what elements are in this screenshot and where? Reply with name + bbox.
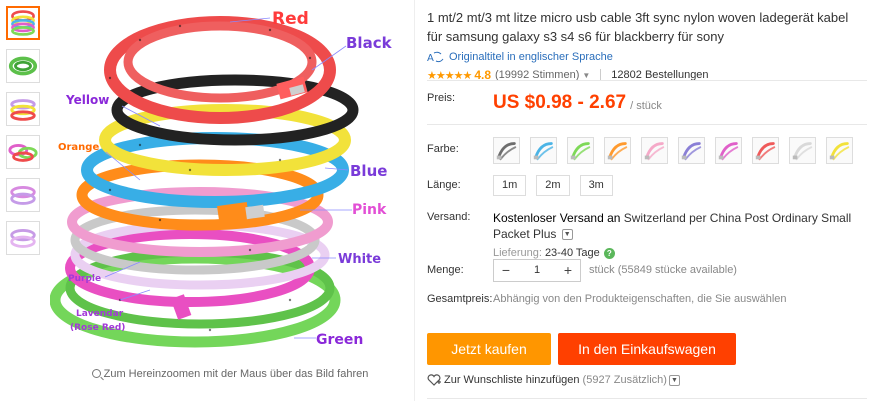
label-orange: Orange — [58, 142, 99, 153]
vertical-divider — [414, 0, 415, 401]
label-blue: Blue — [350, 162, 387, 180]
color-swatch-3[interactable] — [567, 137, 594, 164]
wishlist-text[interactable]: Zur Wunschliste hinzufügen — [444, 374, 580, 386]
color-swatch-9[interactable] — [789, 137, 816, 164]
label-pink: Pink — [352, 202, 387, 218]
thumbnail-3[interactable] — [6, 92, 40, 126]
label-red: Red — [272, 9, 309, 29]
label-yellow: Yellow — [65, 93, 109, 107]
add-to-cart-button[interactable]: In den Einkaufswagen — [558, 333, 736, 365]
color-label: Farbe: — [427, 143, 459, 155]
quantity-stepper: − 1 + — [493, 259, 581, 282]
color-swatch-4[interactable] — [604, 137, 631, 164]
price-row: Preis: US $0.98 - 2.67 / stück — [427, 92, 867, 114]
shipping-dropdown-icon[interactable]: ▼ — [561, 229, 573, 241]
price-unit: / stück — [630, 100, 662, 112]
shipping-row: Versand: Kostenloser Versand an Switzerl… — [427, 210, 867, 259]
delivery-label: Lieferung: — [493, 247, 542, 259]
color-swatch-6[interactable] — [678, 137, 705, 164]
help-icon[interactable]: ? — [603, 247, 615, 259]
color-swatch-7[interactable] — [715, 137, 742, 164]
free-shipping-text: Kostenloser Versand an — [493, 211, 621, 225]
thumbnail-4[interactable] — [6, 135, 40, 169]
label-lavendar: Lavendar — [76, 309, 124, 319]
delivery-days: 23-40 Tage — [544, 247, 600, 259]
thumbnail-list — [6, 6, 42, 264]
wishlist-row: Zur Wunschliste hinzufügen (5927 Zusätzl… — [427, 374, 867, 386]
quantity-minus-button[interactable]: − — [494, 260, 518, 281]
price-value: US $0.98 - 2.67 — [493, 92, 627, 113]
total-note: Abhängig von den Produkteigenschaften, d… — [493, 293, 787, 305]
heart-plus-icon — [427, 374, 441, 386]
wishlist-count: (5927 Zusätzlich) — [582, 374, 667, 386]
thumbnail-6[interactable] — [6, 221, 40, 255]
stock-info: stück (55849 stücke available) — [589, 264, 737, 276]
color-swatch-2[interactable] — [530, 137, 557, 164]
color-swatch-1[interactable] — [493, 137, 520, 164]
total-label: Gesamtpreis: — [427, 293, 493, 305]
length-row: Länge: 1m 2m 3m — [427, 175, 867, 196]
divider-line — [427, 80, 867, 81]
label-black: Black — [346, 34, 393, 52]
total-row: Gesamtpreis: Abhängig von den Produkteig… — [427, 293, 867, 305]
thumbnail-1[interactable] — [6, 6, 40, 40]
magnifier-icon — [91, 369, 101, 378]
main-product-image[interactable]: Red Black Yellow Orange Blue Pink White … — [50, 0, 410, 360]
label-purple: Purple — [68, 274, 101, 284]
color-swatch-8[interactable] — [752, 137, 779, 164]
price-label: Preis: — [427, 92, 456, 104]
purchase-section: Preis: US $0.98 - 2.67 / stück Farbe: Lä… — [427, 0, 867, 401]
color-swatches — [493, 137, 853, 164]
quantity-plus-button[interactable]: + — [556, 260, 580, 281]
buy-now-button[interactable]: Jetzt kaufen — [427, 333, 551, 365]
label-green: Green — [316, 332, 363, 348]
quantity-row: Menge: − 1 + stück (55849 stücke availab… — [427, 259, 867, 282]
color-row: Farbe: — [427, 137, 867, 164]
shipping-label: Versand: — [427, 211, 471, 223]
divider-line — [427, 398, 867, 399]
thumbnail-2[interactable] — [6, 49, 40, 83]
action-buttons: Jetzt kaufen In den Einkaufswagen — [427, 333, 867, 365]
zoom-hint: Zum Hereinzoomen mit der Maus über das B… — [50, 368, 410, 380]
length-options: 1m 2m 3m — [493, 175, 613, 196]
color-swatch-10[interactable] — [826, 137, 853, 164]
label-white: White — [338, 252, 381, 267]
shipping-info: Kostenloser Versand an Switzerland per C… — [493, 210, 867, 242]
delivery-info: Lieferung: 23-40 Tage ? — [493, 247, 867, 259]
zoom-hint-text: Zum Hereinzoomen mit der Maus über das B… — [103, 368, 369, 380]
wishlist-link[interactable]: Zur Wunschliste hinzufügen (5927 Zusätzl… — [427, 374, 680, 386]
length-option-1m[interactable]: 1m — [493, 175, 527, 196]
color-swatch-5[interactable] — [641, 137, 668, 164]
length-option-3m[interactable]: 3m — [579, 175, 613, 196]
quantity-input[interactable]: 1 — [518, 260, 556, 281]
divider-line — [427, 124, 867, 125]
label-rose-red: (Rose Red) — [70, 323, 125, 333]
length-option-2m[interactable]: 2m — [536, 175, 570, 196]
thumbnail-5[interactable] — [6, 178, 40, 212]
length-label: Länge: — [427, 179, 461, 191]
quantity-label: Menge: — [427, 264, 464, 276]
wishlist-dropdown-icon[interactable]: ▼ — [668, 374, 680, 386]
